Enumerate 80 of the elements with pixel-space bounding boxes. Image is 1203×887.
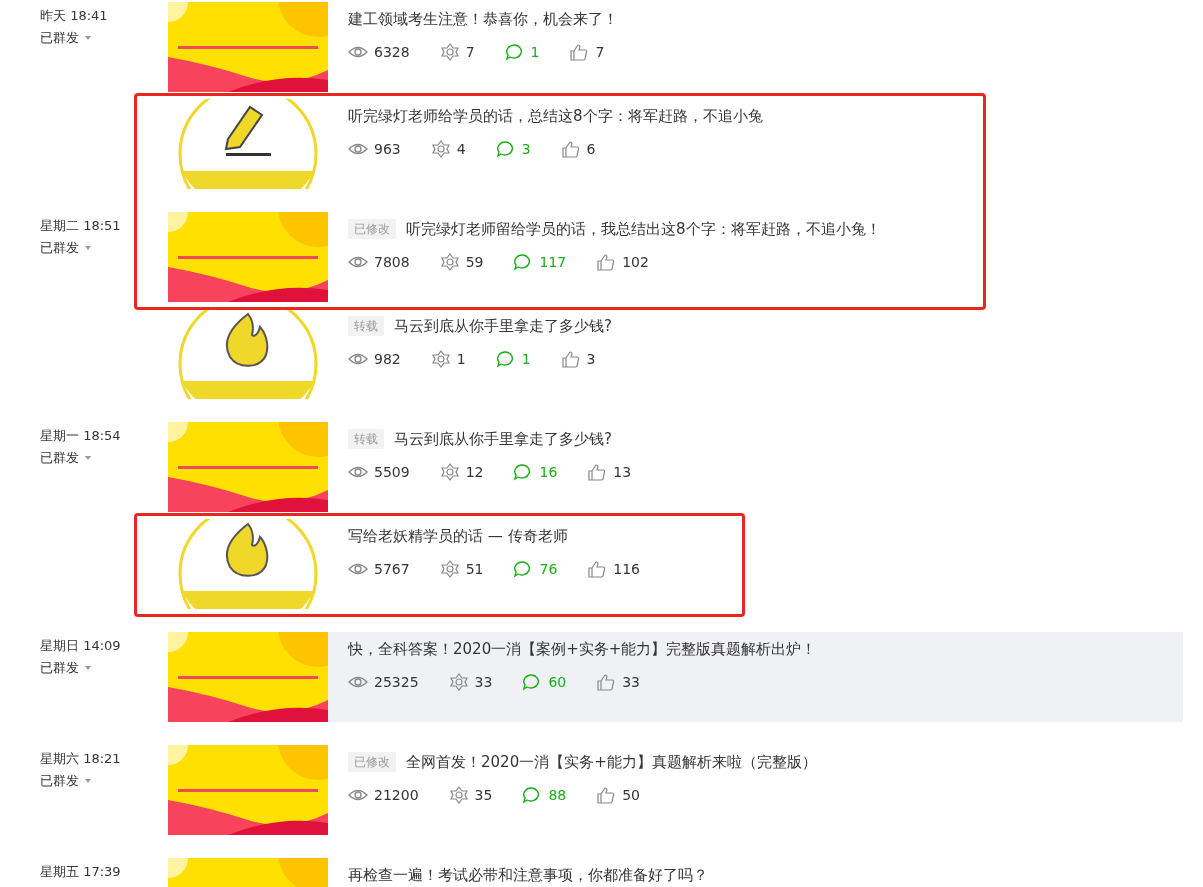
article-title[interactable]: 再检查一遍！考试必带和注意事项，你都准备好了吗？ (348, 864, 708, 886)
likes-count: 13 (613, 463, 632, 482)
publish-time: 星期二 18:51 (40, 217, 122, 235)
article-title[interactable]: 听完绿灯老师给学员的话，总结这8个字：将军赶路，不追小兔 (348, 105, 763, 127)
status-dropdown[interactable]: 已群发 (40, 771, 91, 791)
views-count: 25325 (374, 673, 419, 692)
publish-time: 星期六 18:21 (40, 750, 122, 768)
caret-icon (85, 666, 91, 670)
article-title[interactable]: 马云到底从你手里拿走了多少钱? (394, 428, 612, 450)
likes-count: 116 (613, 560, 641, 579)
views-count: 963 (374, 140, 401, 159)
views-count: 6328 (374, 43, 410, 62)
status-dropdown[interactable]: 已群发 (40, 658, 91, 678)
share-icon (448, 786, 469, 804)
publish-time: 星期五 17:39 (40, 863, 122, 881)
views-count: 982 (374, 350, 401, 369)
comment-icon (495, 350, 516, 368)
comments-count: 60 (548, 673, 567, 692)
share-icon (439, 560, 460, 578)
thumbs-up-icon (587, 463, 608, 481)
views-count: 7808 (374, 253, 410, 272)
shares-count: 59 (465, 253, 484, 272)
status-dropdown[interactable]: 已群发 (40, 238, 91, 258)
share-icon (439, 43, 460, 61)
publish-time: 星期日 14:09 (40, 637, 122, 655)
article-title[interactable]: 快，全科答案！2020一消【案例+实务+能力】完整版真题解析出炉！ (348, 638, 817, 660)
comments-count: 117 (539, 253, 567, 272)
thumbs-up-icon (596, 253, 617, 271)
thumbs-up-icon (587, 560, 608, 578)
publish-time: 昨天 18:41 (40, 7, 109, 25)
views-count: 5767 (374, 560, 410, 579)
shares-count: 1 (456, 350, 466, 369)
shares-count: 4 (456, 140, 466, 159)
share-icon (439, 463, 460, 481)
thumbs-up-icon (569, 43, 590, 61)
likes-count: 3 (586, 350, 596, 369)
comment-icon (504, 43, 525, 61)
status-dropdown[interactable]: 已群发 (40, 28, 91, 48)
article-tag: 转载 (348, 316, 384, 336)
caret-icon (85, 36, 91, 40)
article-title[interactable]: 听完绿灯老师留给学员的话，我总结出这8个字：将军赶路，不追小兔！ (406, 218, 881, 240)
comments-count: 1 (521, 350, 531, 369)
article-tag: 已修改 (348, 752, 396, 772)
likes-count: 33 (622, 673, 641, 692)
comments-count: 1 (530, 43, 540, 62)
publish-time: 星期一 18:54 (40, 427, 122, 445)
share-icon (448, 673, 469, 691)
article-title[interactable]: 建工领域考生注意！恭喜你，机会来了！ (348, 8, 618, 30)
comments-count: 88 (548, 786, 567, 805)
thumbs-up-icon (596, 673, 617, 691)
comment-icon (495, 140, 516, 158)
likes-count: 102 (622, 253, 649, 272)
shares-count: 7 (465, 43, 475, 62)
comments-count: 16 (539, 463, 558, 482)
status-dropdown[interactable]: 已群发 (40, 448, 91, 468)
share-icon (439, 253, 460, 271)
caret-icon (85, 246, 91, 250)
shares-count: 35 (474, 786, 493, 805)
likes-count: 7 (595, 43, 605, 62)
share-icon (430, 350, 451, 368)
thumbs-up-icon (560, 350, 581, 368)
likes-count: 6 (586, 140, 596, 159)
shares-count: 51 (465, 560, 484, 579)
shares-count: 33 (474, 673, 493, 692)
article-title[interactable]: 写给老妖精学员的话 — 传奇老师 (348, 525, 568, 547)
article-title[interactable]: 马云到底从你手里拿走了多少钱? (394, 315, 612, 337)
share-icon (430, 140, 451, 158)
article-tag: 已修改 (348, 219, 396, 239)
views-count: 5509 (374, 463, 410, 482)
shares-count: 12 (465, 463, 484, 482)
article-tag: 转载 (348, 429, 384, 449)
thumbs-up-icon (560, 140, 581, 158)
thumbs-up-icon (596, 786, 617, 804)
comments-count: 3 (521, 140, 531, 159)
comments-count: 76 (539, 560, 558, 579)
article-title[interactable]: 全网首发！2020一消【实务+能力】真题解析来啦（完整版） (406, 751, 817, 773)
caret-icon (85, 779, 91, 783)
likes-count: 50 (622, 786, 641, 805)
caret-icon (85, 456, 91, 460)
views-count: 21200 (374, 786, 419, 805)
